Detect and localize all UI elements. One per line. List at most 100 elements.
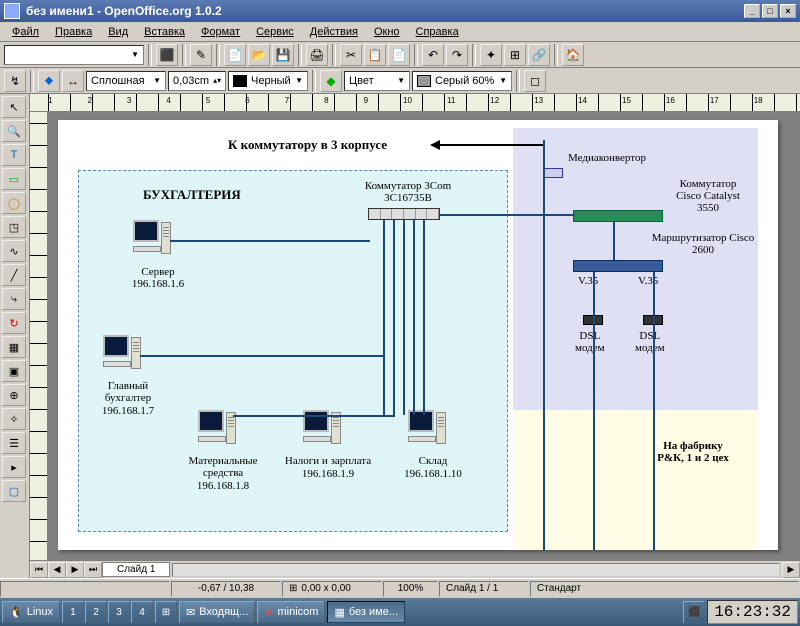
cisco-router-label: Маршрутизатор Cisco 2600 [638, 232, 768, 256]
desktop-3[interactable]: 3 [108, 601, 130, 623]
scroll-right-icon[interactable]: ▶ [782, 562, 800, 578]
page-area[interactable]: К коммутатору в 3 корпусе Медиаконвертор… [48, 112, 800, 560]
slide-tab[interactable]: Слайд 1 [102, 562, 170, 577]
fill-color-select[interactable]: Серый 60%▼ [412, 71, 512, 91]
switch-3com-device [368, 208, 440, 220]
vertical-ruler[interactable] [30, 112, 48, 560]
first-slide-icon[interactable]: ⏮ [30, 562, 48, 578]
copy-icon[interactable]: 📋 [364, 44, 386, 66]
desktop-2[interactable]: 2 [85, 601, 107, 623]
canvas: 123456789101112131415161718 К коммутатор… [30, 94, 800, 578]
minimize-button[interactable]: _ [744, 4, 760, 18]
rect-tool-icon[interactable]: ▭ [2, 168, 26, 190]
line-icon[interactable]: ⬥ [38, 70, 60, 92]
v35-1-label: V.35 [578, 275, 598, 287]
menu-format[interactable]: Формат [193, 24, 248, 40]
pc-materials-name: Материальные средства [173, 455, 273, 479]
desktop-1[interactable]: 1 [62, 601, 84, 623]
menu-window[interactable]: Окно [366, 24, 408, 40]
title-bar: без имени1 - OpenOffice.org 1.0.2 _ □ × [0, 0, 800, 22]
show-desktop-icon[interactable]: ⊞ [155, 601, 177, 623]
status-zoom[interactable]: 100% [383, 581, 438, 597]
redo-icon[interactable]: ↷ [446, 44, 468, 66]
stylist-icon[interactable]: ⊞ [504, 44, 526, 66]
connector-tool-icon[interactable]: ⤷ [2, 288, 26, 310]
effects-tool-icon[interactable]: ✧ [2, 408, 26, 430]
insert-tool-icon[interactable]: ⊕ [2, 384, 26, 406]
pc-server [133, 220, 171, 262]
curve-tool-icon[interactable]: ∿ [2, 240, 26, 262]
menu-edit[interactable]: Правка [47, 24, 100, 40]
menu-actions[interactable]: Действия [302, 24, 366, 40]
undo-icon[interactable]: ↶ [422, 44, 444, 66]
text-tool-icon[interactable]: T [2, 144, 26, 166]
pc-server-name: Сервер [123, 266, 193, 278]
save-icon[interactable]: 💾 [272, 44, 294, 66]
edit-points-icon[interactable]: ↯ [4, 70, 26, 92]
clock[interactable]: 16:23:32 [707, 600, 798, 624]
gallery-icon[interactable]: 🏠 [562, 44, 584, 66]
open-icon[interactable]: 📂 [248, 44, 270, 66]
horizontal-ruler[interactable]: 123456789101112131415161718 [30, 94, 800, 112]
new-icon[interactable]: 📄 [224, 44, 246, 66]
line-width-input[interactable]: 0,03cm▴▾ [168, 71, 226, 91]
line-color-select[interactable]: Черный▼ [228, 71, 308, 91]
accounting-title: БУХГАЛТЕРИЯ [143, 188, 241, 202]
interaction-icon[interactable]: ☰ [2, 432, 26, 454]
maximize-button[interactable]: □ [762, 4, 778, 18]
stop-icon[interactable]: ⬛ [156, 44, 178, 66]
line-tool-icon[interactable]: ╱ [2, 264, 26, 286]
cisco-2600-device [573, 260, 663, 272]
pc-server-ip: 196.168.1.6 [118, 278, 198, 290]
slide-show-icon[interactable]: ▢ [2, 480, 26, 502]
ellipse-tool-icon[interactable]: ◯ [2, 192, 26, 214]
menu-service[interactable]: Сервис [248, 24, 302, 40]
desktop-4[interactable]: 4 [131, 601, 153, 623]
standard-toolbar: ▼ ⬛ ✎ 📄 📂 💾 🖨 ✂ 📋 📄 ↶ ↷ ✦ ⊞ 🔗 🏠 [0, 42, 800, 68]
3d-tool-icon[interactable]: ◳ [2, 216, 26, 238]
next-slide-icon[interactable]: ▶ [66, 562, 84, 578]
mediaconv-label: Медиаконвертор [568, 152, 646, 164]
shadow-icon[interactable]: ◻ [524, 70, 546, 92]
menu-view[interactable]: Вид [100, 24, 136, 40]
line-style-select[interactable]: Сплошная▼ [86, 71, 166, 91]
last-slide-icon[interactable]: ⏭ [84, 562, 102, 578]
window-title: без имени1 - OpenOffice.org 1.0.2 [26, 4, 222, 18]
zoom-tool-icon[interactable]: 🔍 [2, 120, 26, 142]
status-slide: Слайд 1 / 1 [439, 581, 529, 597]
arrange-tool-icon[interactable]: ▣ [2, 360, 26, 382]
object-toolbar: ↯ ⬥ ↔ Сплошная▼ 0,03cm▴▾ Черный▼ ◆ Цвет▼… [0, 68, 800, 94]
menu-bar: Файл Правка Вид Вставка Формат Сервис Де… [0, 22, 800, 42]
cisco-switch-label: Коммутатор Cisco Catalyst 3550 [668, 178, 748, 214]
horizontal-scrollbar[interactable] [172, 563, 780, 577]
navigator-icon[interactable]: ✦ [480, 44, 502, 66]
pc-warehouse-name: Склад [403, 455, 463, 467]
print-icon[interactable]: 🖨 [306, 44, 328, 66]
rotate-tool-icon[interactable]: ↻ [2, 312, 26, 334]
task-openoffice[interactable]: ▦ без име... [327, 601, 405, 623]
start-button[interactable]: 🐧Linux [2, 601, 60, 623]
menu-file[interactable]: Файл [4, 24, 47, 40]
align-tool-icon[interactable]: ▦ [2, 336, 26, 358]
main-toolbar: ↖ 🔍 T ▭ ◯ ◳ ∿ ╱ ⤷ ↻ ▦ ▣ ⊕ ✧ ☰ ▸ ▢ [0, 94, 30, 578]
area-icon[interactable]: ◆ [320, 70, 342, 92]
select-tool-icon[interactable]: ↖ [2, 96, 26, 118]
prev-slide-icon[interactable]: ◀ [48, 562, 66, 578]
menu-insert[interactable]: Вставка [136, 24, 193, 40]
menu-help[interactable]: Справка [408, 24, 467, 40]
edit-icon[interactable]: ✎ [190, 44, 212, 66]
animation-icon[interactable]: ▸ [2, 456, 26, 478]
task-inbox[interactable]: ✉ Входящ... [179, 601, 255, 623]
arrow-style-icon[interactable]: ↔ [62, 70, 84, 92]
close-button[interactable]: × [780, 4, 796, 18]
hyperlink-icon[interactable]: 🔗 [528, 44, 550, 66]
fill-type-select[interactable]: Цвет▼ [344, 71, 410, 91]
task-minicom[interactable]: ✕ minicom [257, 601, 325, 623]
status-size: ⊞ 0,00 x 0,00 [282, 581, 382, 597]
tray-icon[interactable]: ⬛ [683, 601, 705, 623]
mediaconverter-device [543, 168, 563, 178]
taskbar: 🐧Linux 1 2 3 4 ⊞ ✉ Входящ... ✕ minicom ▦… [0, 598, 800, 626]
paste-icon[interactable]: 📄 [388, 44, 410, 66]
cut-icon[interactable]: ✂ [340, 44, 362, 66]
url-combo[interactable]: ▼ [4, 45, 144, 65]
